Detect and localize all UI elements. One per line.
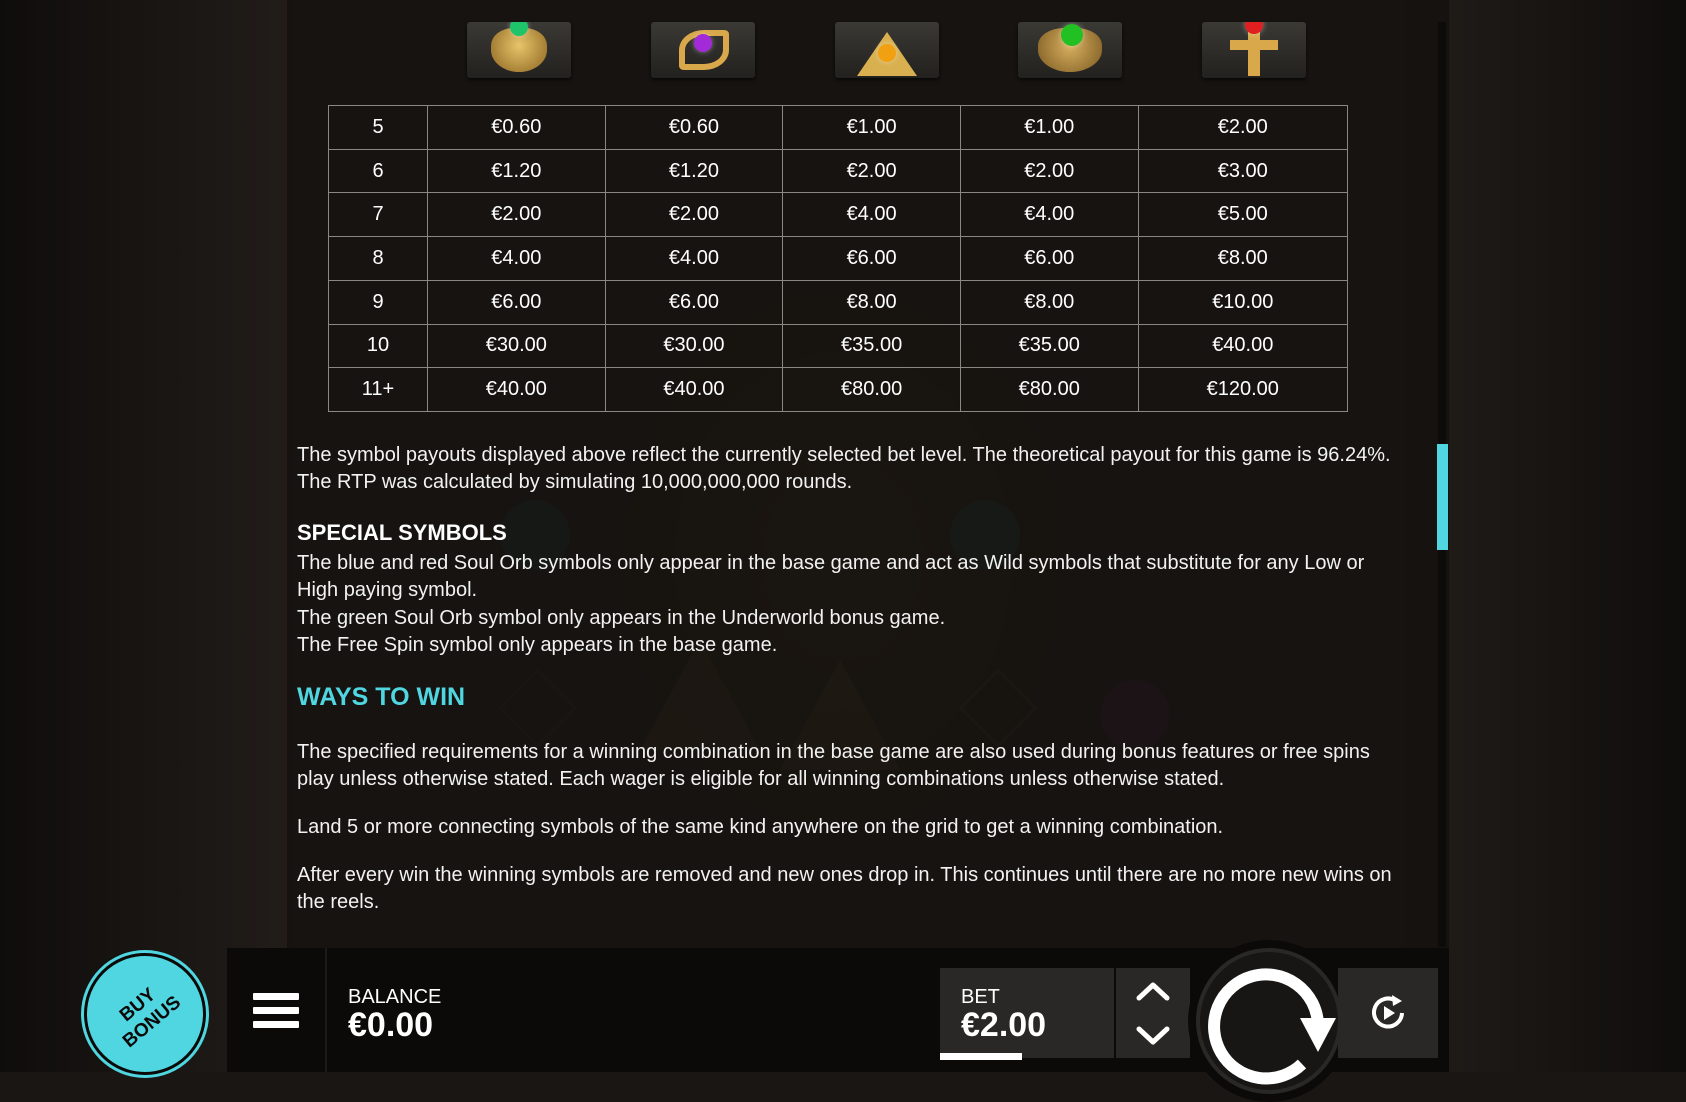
payout-cell: €1.00 <box>782 105 961 150</box>
chevron-down-icon <box>1136 1026 1170 1044</box>
symbol-count: 5 <box>328 105 428 150</box>
bet-stepper <box>1116 968 1190 1058</box>
scarab-wings-green-gem-icon <box>1018 22 1122 78</box>
payout-cell: €8.00 <box>782 279 961 325</box>
payout-cell: €40.00 <box>604 367 784 412</box>
payout-cell: €4.00 <box>604 236 784 281</box>
payout-cell: €1.00 <box>959 105 1139 150</box>
payout-cell: €30.00 <box>427 323 606 369</box>
payout-cell: €4.00 <box>427 236 606 281</box>
spin-arrow-icon <box>1208 968 1336 1085</box>
table-row: 7 €2.00 €2.00 €4.00 €4.00 €5.00 <box>328 192 1349 238</box>
special-symbols-text-2: The green Soul Orb symbol only appears i… <box>297 607 946 629</box>
symbol-count: 8 <box>328 236 428 281</box>
payout-cell: €3.00 <box>1137 148 1349 194</box>
table-row: 10 €30.00 €30.00 €35.00 €35.00 €40.00 <box>328 323 1349 369</box>
payout-cell: €10.00 <box>1137 279 1349 325</box>
payout-cell: €6.00 <box>427 279 606 325</box>
payout-note: The symbol payouts displayed above refle… <box>297 444 1391 493</box>
payout-cell: €30.00 <box>604 323 784 369</box>
ways-to-win-text-1: The specified requirements for a winning… <box>297 741 1370 790</box>
payout-cell: €6.00 <box>604 279 784 325</box>
autoplay-icon <box>1372 995 1404 1029</box>
payout-cell: €4.00 <box>782 192 961 238</box>
payout-cell: €40.00 <box>1137 323 1349 369</box>
bet-value: €2.00 <box>961 1006 1047 1044</box>
spin-button[interactable] <box>1196 948 1342 1094</box>
paytable: 5 €0.60 €0.60 €1.00 €1.00 €2.00 6 €1.20 … <box>328 105 1349 412</box>
pyramid-amber-gem-icon <box>835 22 939 78</box>
eye-of-horus-purple-gem-icon <box>651 22 755 78</box>
ways-to-win-text-2: Land 5 or more connecting symbols of the… <box>297 816 1224 838</box>
payout-cell: €2.00 <box>427 192 606 238</box>
payout-cell: €2.00 <box>1137 105 1349 150</box>
symbol-count: 11+ <box>328 367 428 412</box>
bet-increase-button[interactable] <box>1116 968 1190 1013</box>
menu-button[interactable] <box>227 948 327 1072</box>
payout-cell: €1.20 <box>604 148 784 194</box>
payout-cell: €2.00 <box>604 192 784 238</box>
table-row: 8 €4.00 €4.00 €6.00 €6.00 €8.00 <box>328 236 1349 281</box>
table-row: 11+ €40.00 €40.00 €80.00 €80.00 €120.00 <box>328 367 1349 412</box>
table-row: 6 €1.20 €1.20 €2.00 €2.00 €3.00 <box>328 148 1349 194</box>
payout-cell: €5.00 <box>1137 192 1349 238</box>
payout-cell: €120.00 <box>1137 367 1349 412</box>
bet-decrease-button[interactable] <box>1116 1013 1190 1058</box>
ways-to-win-text-3: After every win the winning symbols are … <box>297 864 1392 913</box>
ways-to-win-heading: WAYS TO WIN <box>297 683 466 711</box>
payout-cell: €6.00 <box>782 236 961 281</box>
payout-cell: €0.60 <box>604 105 784 150</box>
symbol-count: 10 <box>328 323 428 369</box>
payout-cell: €2.00 <box>782 148 961 194</box>
payout-cell: €80.00 <box>782 367 961 412</box>
payout-cell: €8.00 <box>1137 236 1349 281</box>
chevron-up-icon <box>1136 982 1170 1000</box>
symbol-count: 9 <box>328 279 428 325</box>
hamburger-menu-icon <box>253 986 299 1035</box>
payout-cell: €0.60 <box>427 105 606 150</box>
scarab-green-gem-icon <box>467 22 571 78</box>
special-symbols-text-1: The blue and red Soul Orb symbols only a… <box>297 552 1365 601</box>
special-symbols-heading: SPECIAL SYMBOLS <box>297 520 507 545</box>
symbol-count: 7 <box>328 192 428 238</box>
ankh-red-gem-icon <box>1202 22 1306 78</box>
payout-cell: €2.00 <box>959 148 1139 194</box>
balance-value: €0.00 <box>348 1006 434 1044</box>
payout-cell: €8.00 <box>959 279 1139 325</box>
bet-level-indicator <box>940 1053 1022 1060</box>
special-symbols-text-3: The Free Spin symbol only appears in the… <box>297 634 778 656</box>
autoplay-button[interactable] <box>1338 968 1438 1058</box>
payout-cell: €6.00 <box>959 236 1139 281</box>
payout-cell: €4.00 <box>959 192 1139 238</box>
payout-cell: €35.00 <box>959 323 1139 369</box>
table-row: 9 €6.00 €6.00 €8.00 €8.00 €10.00 <box>328 279 1349 325</box>
payout-cell: €80.00 <box>959 367 1139 412</box>
payout-cell: €40.00 <box>427 367 606 412</box>
payout-cell: €1.20 <box>427 148 606 194</box>
payout-cell: €35.00 <box>782 323 961 369</box>
symbol-count: 6 <box>328 148 428 194</box>
scrollbar-thumb[interactable] <box>1437 444 1448 550</box>
buy-bonus-button[interactable]: BUY BONUS <box>84 953 206 1075</box>
buy-bonus-label: BUY BONUS <box>105 975 186 1053</box>
table-row: 5 €0.60 €0.60 €1.00 €1.00 €2.00 <box>328 105 1349 150</box>
